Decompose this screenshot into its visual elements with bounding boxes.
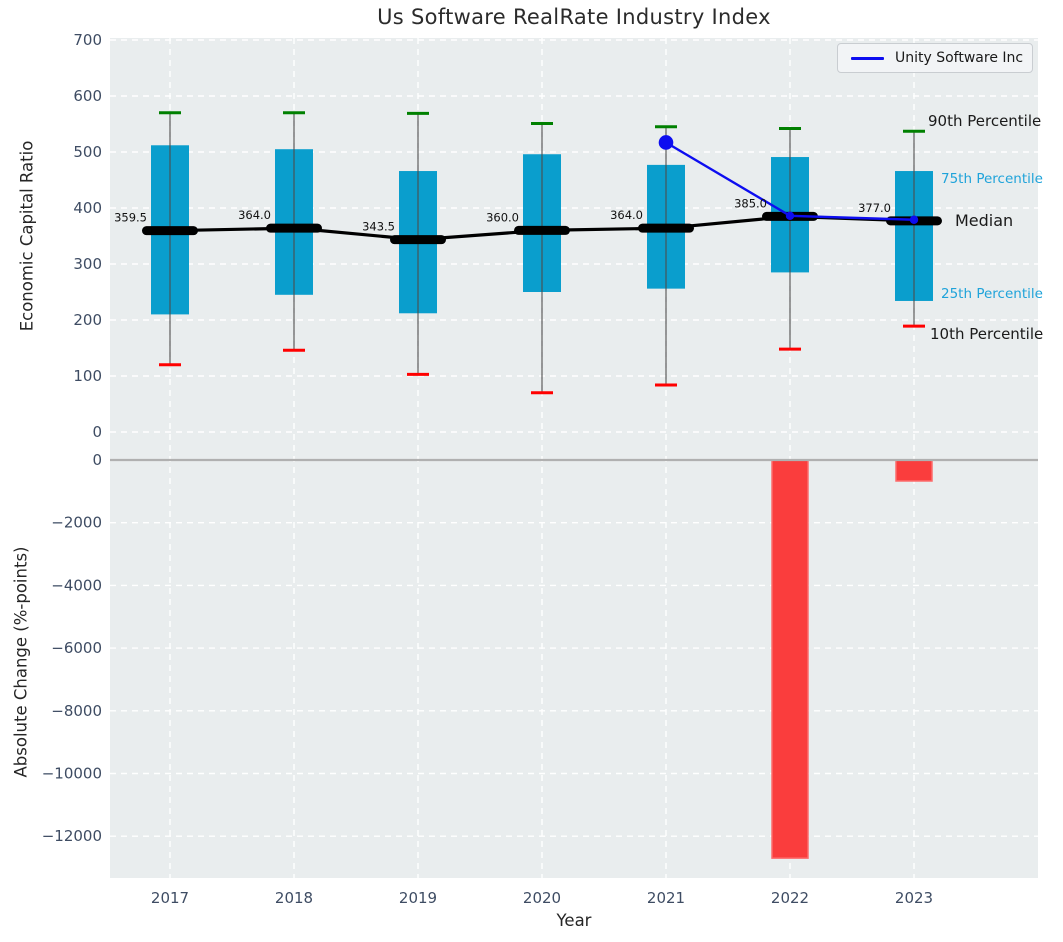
xtick-2021: 2021: [647, 889, 685, 907]
ytick-bottom--8000: −8000: [51, 702, 102, 720]
ytick-top-400: 400: [73, 199, 102, 217]
xtick-2018: 2018: [275, 889, 313, 907]
median-value-label-2018: 364.0: [238, 208, 271, 222]
ytick-top-500: 500: [73, 143, 102, 161]
figure: 359.5 364.0 343.5 360.0 364.0 385.0 377.0 0 100 2…: [0, 0, 1063, 942]
chart-title: Us Software RealRate Industry Index: [110, 5, 1038, 29]
y-axis-label-absolute-change: Absolute Change (%-points): [12, 547, 31, 778]
median-marker-2017: [142, 226, 198, 235]
xtick-2019: 2019: [399, 889, 437, 907]
ytick-top-700: 700: [73, 31, 102, 49]
legend: Unity Software Inc: [837, 43, 1033, 73]
unity-marker-2021: [659, 135, 674, 150]
median-value-label-2021: 364.0: [610, 208, 643, 222]
ytick-top-100: 100: [73, 367, 102, 385]
xtick-2020: 2020: [523, 889, 561, 907]
right-label-75th-percentile: 75th Percentile: [941, 171, 1043, 187]
right-label-10th-percentile: 10th Percentile: [930, 325, 1043, 343]
ytick-bottom--4000: −4000: [51, 576, 102, 594]
right-label-25th-percentile: 25th Percentile: [941, 286, 1043, 302]
y-axis-label-economic-capital-ratio: Economic Capital Ratio: [18, 141, 37, 332]
median-value-label-2020: 360.0: [486, 210, 519, 224]
chart-canvas: 359.5 364.0 343.5 360.0 364.0 385.0 377.0 0 100 2…: [0, 0, 1063, 942]
right-label-median: Median: [955, 211, 1013, 230]
median-value-label-2017: 359.5: [114, 211, 147, 225]
legend-label: Unity Software Inc: [895, 50, 1023, 66]
change-bar-2023: [896, 460, 932, 481]
ytick-top-200: 200: [73, 311, 102, 329]
ytick-bottom-0: 0: [92, 451, 102, 469]
ytick-top-300: 300: [73, 255, 102, 273]
ytick-bottom--2000: −2000: [51, 514, 102, 532]
median-marker-2021: [638, 224, 694, 233]
right-label-90th-percentile: 90th Percentile: [928, 112, 1041, 130]
change-bar-2022: [772, 460, 808, 858]
ytick-top-0: 0: [92, 423, 102, 441]
ytick-bottom--6000: −6000: [51, 639, 102, 657]
median-marker-2019: [390, 235, 446, 244]
xtick-2022: 2022: [771, 889, 809, 907]
legend-line-sample-icon: [851, 57, 884, 60]
median-value-label-2019: 343.5: [362, 220, 395, 234]
ytick-bottom--12000: −12000: [42, 827, 102, 845]
ytick-top-600: 600: [73, 87, 102, 105]
median-marker-2018: [266, 224, 322, 233]
plot-background: [110, 38, 1038, 878]
xtick-2023: 2023: [895, 889, 933, 907]
unity-marker-2022: [786, 212, 794, 220]
x-axis-label: Year: [110, 911, 1038, 930]
median-value-label-2023: 377.0: [858, 201, 891, 215]
ytick-bottom--10000: −10000: [42, 765, 102, 783]
median-value-label-2022: 385.0: [734, 196, 767, 210]
xtick-2017: 2017: [151, 889, 189, 907]
median-marker-2020: [514, 226, 570, 235]
unity-marker-2023: [910, 216, 918, 224]
